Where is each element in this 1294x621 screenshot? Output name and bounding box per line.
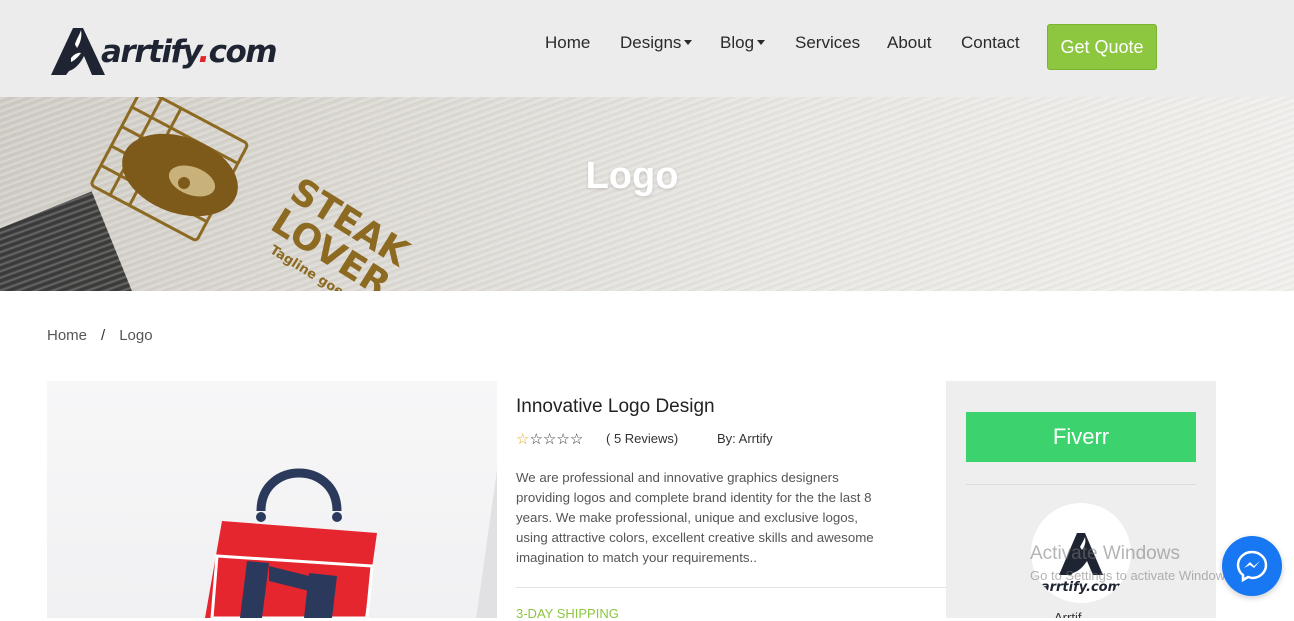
- breadcrumb-current: Logo: [119, 327, 153, 344]
- site-header: arrtify.com Home Designs Blog Services A…: [0, 0, 1294, 97]
- page-title: Logo: [585, 155, 679, 197]
- star-icon: ☆: [542, 431, 557, 448]
- rating-row: ☆☆☆☆☆ ( 5 Reviews) By: Arrtify: [516, 430, 946, 448]
- star-icon: ☆: [529, 431, 543, 448]
- breadcrumb-separator: /: [101, 327, 106, 344]
- brand-logo[interactable]: arrtify.com: [47, 24, 278, 78]
- nav-home[interactable]: Home: [545, 33, 590, 53]
- nav-services[interactable]: Services: [795, 33, 860, 53]
- nav-about-label: About: [887, 33, 932, 52]
- star-icon: ☆: [556, 431, 570, 448]
- fiverr-button[interactable]: Fiverr: [966, 412, 1196, 462]
- brand-wordmark: arrtify.com: [101, 34, 278, 70]
- product-title: Innovative Logo Design: [516, 396, 715, 417]
- arrtify-logo-icon: [51, 28, 105, 75]
- nav-designs-label: Designs: [620, 33, 682, 52]
- review-count[interactable]: ( 5 Reviews): [606, 431, 678, 446]
- nav-about[interactable]: About: [887, 33, 931, 53]
- details-divider: [516, 587, 946, 588]
- nav-blog-label: Blog: [720, 33, 755, 52]
- product-details: Innovative Logo Design ☆☆☆☆☆ ( 5 Reviews…: [516, 381, 946, 621]
- caret-down-icon: [757, 40, 766, 46]
- star-icon: ☆: [569, 431, 584, 448]
- star-icon: ☆: [516, 431, 530, 448]
- caret-down-icon: [684, 40, 693, 46]
- nav-services-label: Services: [795, 33, 861, 52]
- nav-home-label: Home: [545, 33, 591, 52]
- star-rating[interactable]: ☆☆☆☆☆: [516, 430, 583, 448]
- product-author: By: Arrtify: [717, 431, 773, 446]
- activate-windows-title: Activate Windows: [1030, 543, 1180, 564]
- shopping-bag-logo-art: [205, 468, 377, 618]
- get-quote-button[interactable]: Get Quote: [1047, 24, 1157, 70]
- messenger-chat-button[interactable]: [1222, 536, 1282, 596]
- nav-contact-label: Contact: [961, 33, 1020, 52]
- activate-windows-subtitle: Go to Settings to activate Windows.: [1030, 568, 1236, 583]
- breadcrumb: Home / Logo: [47, 327, 153, 344]
- product-image[interactable]: [47, 381, 497, 618]
- seller-name[interactable]: Arrtif: [1054, 610, 1081, 618]
- nav-blog[interactable]: Blog: [720, 33, 766, 53]
- nav-designs[interactable]: Designs: [620, 33, 693, 53]
- nav-contact[interactable]: Contact: [961, 33, 1020, 53]
- product-description: We are professional and innovative graph…: [516, 470, 874, 565]
- shipping-label: 3-DAY SHIPPING: [516, 606, 619, 621]
- sidebar-divider: [966, 484, 1196, 485]
- hero-banner: STEAK LOVER Tagline goes h Logo: [0, 97, 1294, 291]
- breadcrumb-home[interactable]: Home: [47, 327, 87, 344]
- messenger-icon: [1236, 550, 1268, 583]
